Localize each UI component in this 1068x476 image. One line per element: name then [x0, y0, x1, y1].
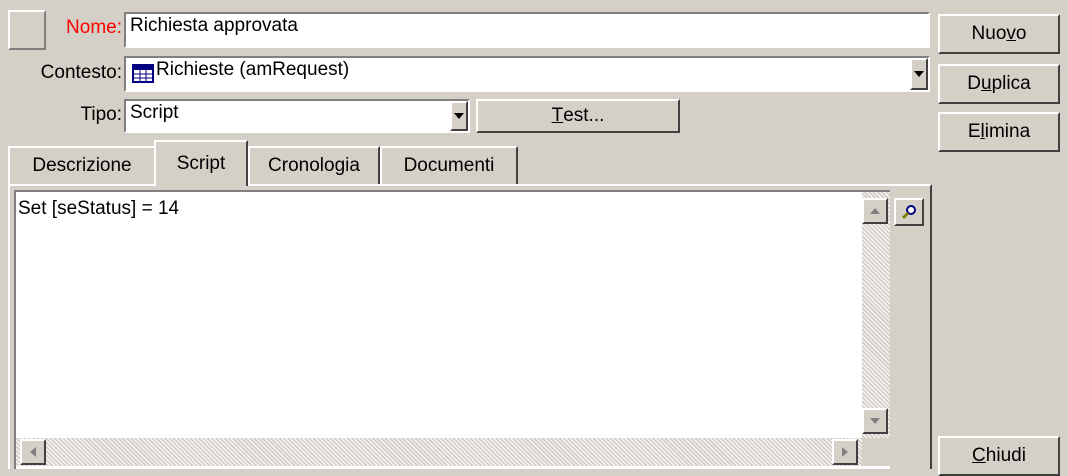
dropdown-arrow-icon — [454, 113, 464, 119]
dropdown-arrow-icon — [914, 71, 924, 77]
type-label: Tipo: — [80, 104, 122, 125]
record-indicator — [8, 10, 46, 50]
zoom-button[interactable] — [894, 198, 924, 226]
tab-script[interactable]: Script — [154, 140, 248, 186]
scroll-left-arrow-icon — [30, 447, 36, 457]
scroll-up-arrow-icon — [870, 208, 880, 214]
context-value: Richieste (amRequest) — [156, 59, 350, 80]
type-value: Script — [130, 102, 179, 123]
tab-documenti[interactable]: Documenti — [380, 146, 518, 184]
scroll-up-button[interactable] — [862, 198, 888, 224]
table-icon — [132, 64, 154, 83]
context-dropdown-button[interactable] — [910, 58, 928, 90]
script-text: Set [seStatus] = 14 — [18, 198, 180, 219]
type-select[interactable]: Script — [124, 99, 470, 133]
scroll-right-arrow-icon — [842, 447, 848, 457]
scroll-right-button[interactable] — [832, 439, 858, 465]
tab-cronologia[interactable]: Cronologia — [248, 146, 380, 184]
new-button[interactable]: Nuo v o — [938, 14, 1060, 54]
context-select[interactable]: Richieste (amRequest) — [124, 56, 930, 92]
name-label: Nome: — [66, 17, 122, 38]
name-value: Richiesta approvata — [130, 15, 298, 36]
duplicate-button[interactable]: Du plica — [938, 64, 1060, 104]
test-button[interactable]: Test... — [476, 99, 680, 133]
vertical-scrollbar[interactable] — [862, 192, 890, 438]
scroll-left-button[interactable] — [20, 439, 46, 465]
scroll-down-arrow-icon — [870, 418, 880, 424]
tab-descrizione[interactable]: Descrizione — [8, 146, 156, 184]
delete-button[interactable]: El imina — [938, 112, 1060, 152]
scrollbar-corner — [862, 438, 890, 466]
context-label: Contesto: — [40, 62, 122, 83]
search-icon — [901, 205, 916, 220]
type-dropdown-button[interactable] — [450, 101, 468, 131]
script-editor[interactable]: Set [seStatus] = 14 — [14, 190, 890, 469]
horizontal-scrollbar[interactable] — [16, 438, 862, 466]
scroll-down-button[interactable] — [862, 408, 888, 434]
name-input[interactable]: Richiesta approvata — [124, 12, 930, 48]
close-button[interactable]: Chiudi — [938, 436, 1060, 476]
